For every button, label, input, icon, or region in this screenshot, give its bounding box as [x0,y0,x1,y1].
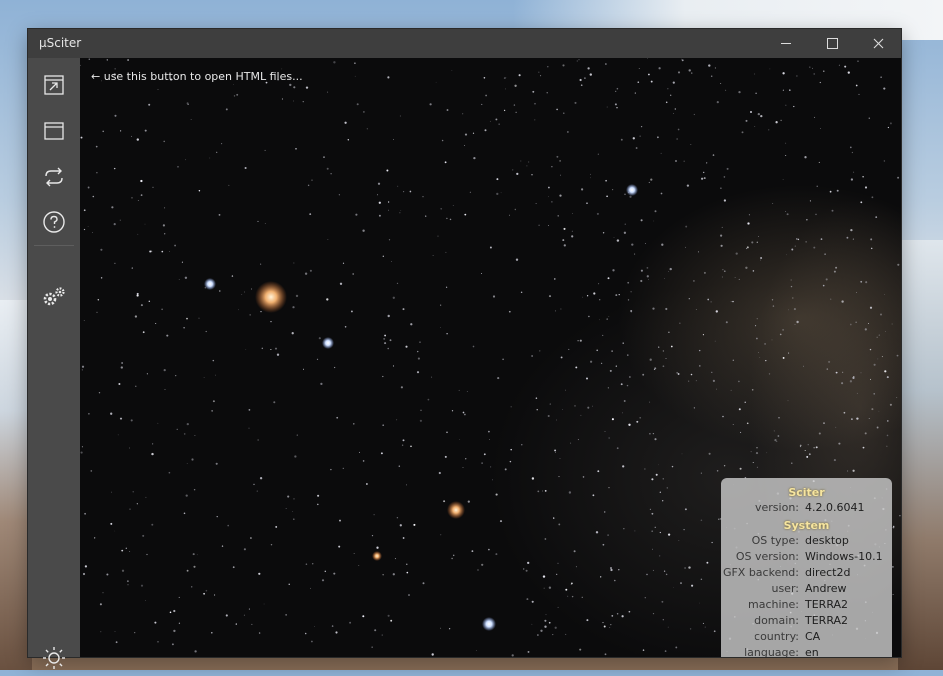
minimize-icon [781,43,791,44]
info-row: domain: TERRA2 [721,612,892,628]
open-file-button[interactable] [28,67,80,103]
info-row: user: Andrew [721,580,892,596]
close-button[interactable] [855,29,901,58]
info-key: user: [771,581,799,595]
title-bar[interactable]: µSciter [28,29,901,58]
info-key: country: [754,629,799,643]
theme-sun-icon [43,647,65,669]
sidebar-divider [34,245,74,246]
info-value: TERRA2 [805,613,849,627]
reload-icon [45,167,63,187]
info-value: Windows-10.1 [805,549,883,563]
info-value: TERRA2 [805,597,849,611]
minimize-button[interactable] [763,29,809,58]
info-row: machine: TERRA2 [721,596,892,612]
settings-button[interactable] [28,279,80,315]
desktop-mountain-right [898,240,943,670]
reload-button[interactable] [28,159,80,195]
maximize-button[interactable] [809,29,855,58]
settings-gears-icon [43,287,65,306]
window-icon [44,122,64,140]
sciter-heading: Sciter [788,486,825,499]
close-icon [873,38,883,49]
help-button[interactable] [28,204,80,240]
info-key: GFX backend: [722,565,799,579]
open-files-hint: ← use this button to open HTML files... [91,70,303,83]
info-row: language: en [721,644,892,658]
info-row: version: 4.2.0.6041 [721,499,892,515]
info-key: machine: [748,597,799,611]
info-value: en [805,645,819,658]
info-value: 4.2.0.6041 [805,500,865,514]
info-row: OS version: Windows-10.1 [721,548,892,564]
window-button[interactable] [28,113,80,149]
info-value: CA [805,629,821,643]
window-title: µSciter [39,36,82,50]
theme-button[interactable] [28,640,80,676]
open-file-icon [44,75,64,95]
maximize-icon [826,38,838,49]
info-key: language: [744,645,799,658]
info-key: version: [755,500,799,514]
help-icon [43,211,65,233]
content-area: ← use this button to open HTML files... … [80,58,901,657]
info-panel: Sciter version: 4.2.0.6041 System OS type… [721,478,892,657]
app-window: µSciter ← use this button to open HTML f… [28,29,901,669]
info-key: OS version: [735,549,799,563]
info-key: domain: [754,613,799,627]
info-row: OS type: desktop [721,532,892,548]
info-row: GFX backend: direct2d [721,564,892,580]
sidebar [28,58,80,669]
info-key: OS type: [751,533,799,547]
info-value: desktop [805,533,849,547]
system-heading: System [783,519,830,532]
hint-text: use this button to open HTML files... [103,70,303,83]
info-row: country: CA [721,628,892,644]
info-value: Andrew [805,581,847,595]
info-value: direct2d [805,565,851,579]
